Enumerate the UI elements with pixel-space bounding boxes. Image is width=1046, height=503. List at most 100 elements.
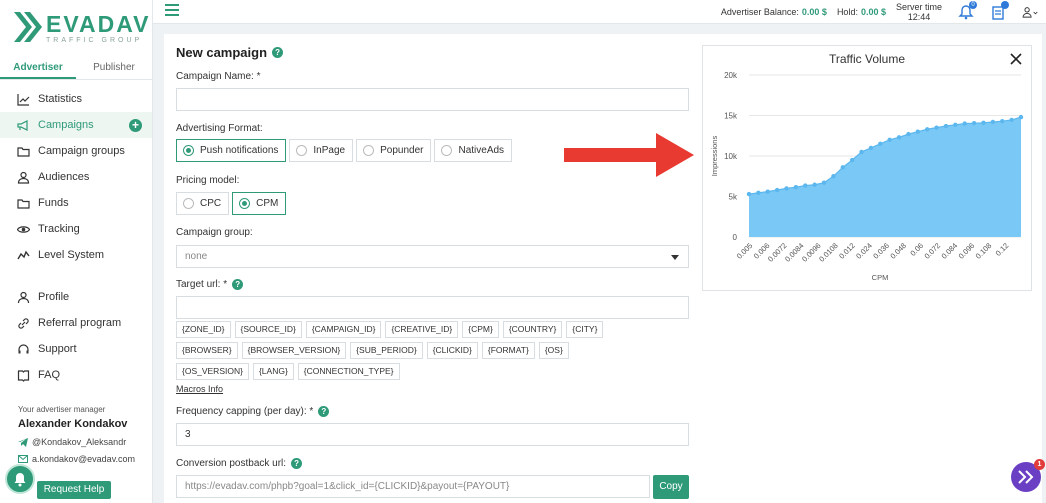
- sidebar-item-support[interactable]: Support: [0, 336, 152, 362]
- y-tick-label: 10k: [724, 152, 738, 161]
- data-point: [981, 120, 986, 125]
- sidebar-item-audiences[interactable]: Audiences: [0, 164, 152, 190]
- pricing-label-text: CPM: [256, 198, 279, 209]
- sidebar-item-statistics[interactable]: Statistics: [0, 86, 152, 112]
- data-point: [953, 122, 958, 128]
- radio-icon: [183, 198, 194, 209]
- ad-format-options: Push notifications InPage Popunder Nativ…: [176, 139, 515, 162]
- users-icon: [17, 171, 30, 184]
- pricing-cpm[interactable]: CPM: [232, 192, 287, 215]
- manager-telegram-text: @Kondakov_Aleksandr: [32, 437, 127, 447]
- level-icon: [17, 249, 30, 262]
- series-area: [749, 117, 1021, 237]
- tab-advertiser[interactable]: Advertiser: [0, 58, 76, 79]
- macro-chip[interactable]: {BROWSER_VERSION}: [241, 342, 347, 359]
- macros-list: {ZONE_ID} {SOURCE_ID} {CAMPAIGN_ID} {CRE…: [176, 321, 646, 384]
- data-point: [887, 137, 892, 142]
- request-help-button[interactable]: Request Help: [37, 481, 111, 499]
- chat-badge: 1: [1034, 459, 1045, 470]
- frequency-input[interactable]: 3: [176, 423, 689, 446]
- data-point: [925, 127, 930, 132]
- manager-email-text: a.kondakov@evadav.com: [32, 454, 136, 464]
- macro-chip[interactable]: {CONNECTION_TYPE}: [297, 363, 400, 380]
- sidebar-item-level-system[interactable]: Level System: [0, 242, 152, 268]
- macro-chip[interactable]: {CAMPAIGN_ID}: [305, 321, 382, 338]
- tab-publisher[interactable]: Publisher: [76, 58, 152, 79]
- y-tick-label: 5k: [729, 193, 738, 202]
- x-tick-label: 0.108: [974, 241, 994, 261]
- brand-sub: TRAFFIC GROUP: [46, 37, 143, 44]
- sidebar-item-label: Statistics: [38, 93, 83, 105]
- user-menu-icon[interactable]: [1022, 4, 1038, 20]
- link-icon: [17, 317, 30, 330]
- macro-chip[interactable]: {LANG}: [252, 363, 294, 380]
- notification-bell-float[interactable]: [5, 464, 35, 494]
- campaign-group-label: Campaign group:: [176, 227, 253, 238]
- macro-chip[interactable]: {FORMAT}: [481, 342, 535, 359]
- page-title-text: New campaign: [176, 45, 268, 60]
- documents-icon[interactable]: [990, 1, 1009, 20]
- chart-line-icon: [17, 93, 30, 106]
- macro-chip[interactable]: {OS_VERSION}: [176, 363, 249, 380]
- sidebar-item-funds[interactable]: Funds: [0, 190, 152, 216]
- y-tick-label: 20k: [724, 71, 738, 80]
- macros-info-link[interactable]: Macros Info: [176, 384, 223, 394]
- radio-icon: [183, 145, 194, 156]
- macro-chip[interactable]: {SOURCE_ID}: [234, 321, 302, 338]
- data-point: [840, 165, 845, 170]
- ad-format-label-text: Push notifications: [200, 145, 279, 156]
- campaign-group-select[interactable]: none: [176, 245, 689, 268]
- data-point: [746, 191, 752, 197]
- macro-chip[interactable]: {COUNTRY}: [502, 321, 563, 338]
- chat-launcher[interactable]: 1: [1011, 459, 1045, 492]
- target-url-input[interactable]: [176, 296, 689, 319]
- macro-chip[interactable]: {OS}: [538, 342, 569, 359]
- ad-format-push[interactable]: Push notifications: [176, 139, 287, 162]
- help-icon[interactable]: ?: [272, 47, 284, 58]
- sidebar-item-campaign-groups[interactable]: Campaign groups: [0, 138, 152, 164]
- macro-chip[interactable]: {ZONE_ID}: [176, 321, 231, 338]
- help-icon[interactable]: ?: [318, 406, 330, 417]
- menu-toggle-icon[interactable]: [165, 4, 179, 16]
- pricing-label: Pricing model:: [176, 175, 240, 186]
- help-icon[interactable]: ?: [232, 279, 244, 290]
- sidebar-item-tracking[interactable]: Tracking: [0, 216, 152, 242]
- balance-value: 0.00 $: [801, 7, 827, 17]
- y-tick-label: 15k: [724, 112, 738, 121]
- headset-icon: [17, 343, 30, 356]
- ad-format-popunder[interactable]: Popunder: [356, 139, 432, 162]
- brand-logo[interactable]: EVADAV TRAFFIC GROUP: [14, 12, 150, 44]
- data-point: [793, 184, 799, 190]
- sidebar-item-label: FAQ: [38, 369, 61, 381]
- add-campaign-icon[interactable]: +: [129, 118, 142, 132]
- data-point: [915, 129, 921, 134]
- manager-telegram[interactable]: @Kondakov_Aleksandr: [18, 437, 148, 447]
- ad-format-inpage[interactable]: InPage: [289, 139, 354, 162]
- sidebar-item-faq[interactable]: FAQ: [0, 362, 152, 388]
- chat-icon: [1018, 470, 1034, 484]
- target-url-label-text: Target url: *: [176, 279, 228, 290]
- copy-button[interactable]: Copy: [653, 475, 689, 499]
- x-tick-label: 0.048: [888, 241, 908, 261]
- pricing-cpc[interactable]: CPC: [176, 192, 230, 215]
- sidebar-item-referral[interactable]: Referral program: [0, 310, 152, 336]
- macro-chip[interactable]: {CITY}: [566, 321, 604, 338]
- ad-format-label-text: Popunder: [380, 145, 424, 156]
- radio-icon: [296, 145, 308, 156]
- data-point: [859, 149, 864, 155]
- macro-chip[interactable]: {CPM}: [462, 321, 499, 338]
- macro-chip[interactable]: {BROWSER}: [176, 342, 238, 359]
- sidebar-item-campaigns[interactable]: Campaigns +: [0, 112, 152, 138]
- pricing-label-text: CPC: [200, 198, 222, 209]
- sidebar-item-profile[interactable]: Profile: [0, 284, 152, 310]
- help-icon[interactable]: ?: [291, 458, 303, 469]
- macro-chip[interactable]: {CREATIVE_ID}: [385, 321, 459, 338]
- notifications-icon[interactable]: 0: [958, 1, 977, 20]
- macro-chip[interactable]: {SUB_PERIOD}: [350, 342, 423, 359]
- postback-url-input[interactable]: https://evadav.com/phpb?goal=1&click_id=…: [176, 475, 650, 498]
- macro-chip[interactable]: {CLICKID}: [426, 342, 478, 359]
- ad-format-nativeads[interactable]: NativeAds: [434, 139, 513, 162]
- manager-email[interactable]: a.kondakov@evadav.com: [18, 454, 148, 464]
- data-point: [765, 189, 770, 194]
- campaign-name-input[interactable]: [176, 88, 689, 111]
